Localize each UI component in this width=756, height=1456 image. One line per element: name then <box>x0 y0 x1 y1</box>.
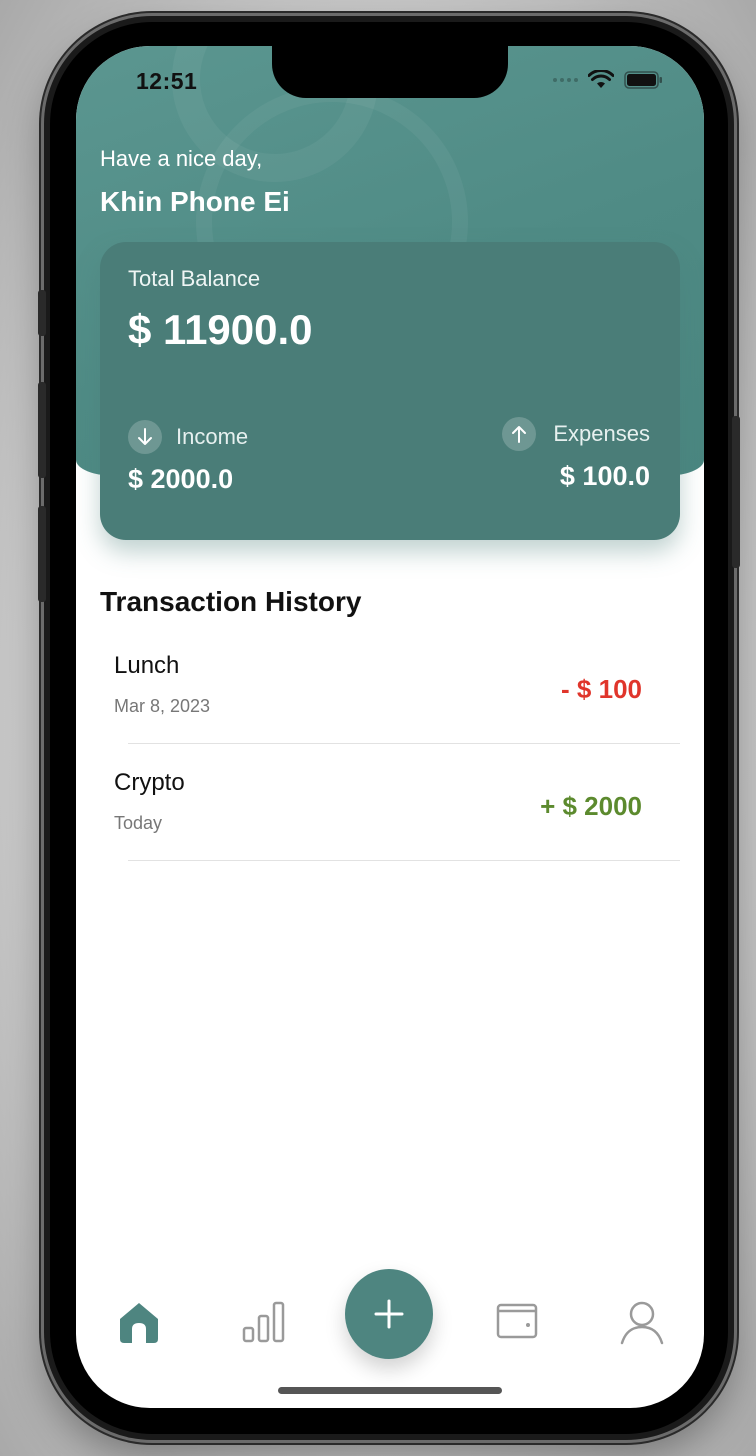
tab-stats[interactable] <box>238 1296 290 1346</box>
notch <box>272 46 508 98</box>
greeting-text: Have a nice day, <box>100 146 263 171</box>
transaction-amount: - $ 100 <box>561 674 642 704</box>
home-icon <box>120 1303 158 1343</box>
transaction-history-title: Transaction History <box>100 586 362 617</box>
transaction-amount: + $ 2000 <box>540 791 642 821</box>
arrow-down-icon <box>128 420 162 454</box>
divider <box>128 743 680 744</box>
add-icon <box>374 1299 404 1329</box>
user-name: Khin Phone Ei <box>100 186 290 217</box>
balance-card[interactable]: Total Balance $ 11900.0 Income $ 2000.0 … <box>100 242 680 540</box>
mute-switch <box>38 290 46 336</box>
wifi-icon <box>588 70 614 88</box>
tab-profile[interactable] <box>616 1296 668 1348</box>
profile-icon <box>620 1301 664 1345</box>
volume-up-button <box>38 382 46 478</box>
battery-icon <box>624 71 662 89</box>
transaction-row[interactable]: Crypto Today + $ 2000 <box>114 769 680 869</box>
income-amount: $ 2000.0 <box>128 464 234 494</box>
expenses-label: Expenses <box>553 421 650 446</box>
home-indicator[interactable] <box>278 1387 502 1394</box>
transaction-date: Mar 8, 2023 <box>114 696 211 716</box>
expenses-amount: $ 100.0 <box>559 461 650 491</box>
tab-wallet[interactable] <box>492 1296 542 1344</box>
transaction-row[interactable]: Lunch Mar 8, 2023 - $ 100 <box>114 652 680 752</box>
income-label: Income <box>176 424 249 449</box>
transaction-name: Lunch <box>114 652 180 679</box>
arrow-up-icon <box>502 417 536 451</box>
divider <box>128 860 680 861</box>
total-balance-label: Total Balance <box>128 266 261 291</box>
transaction-date: Today <box>114 813 163 833</box>
status-time: 12:51 <box>136 68 198 94</box>
signal-icon <box>553 78 578 82</box>
power-button <box>732 416 740 568</box>
volume-down-button <box>38 506 46 602</box>
total-balance-amount: $ 11900.0 <box>128 306 313 353</box>
app-screen: 12:51 Have a nice day, Khin Phone Ei Tot… <box>76 46 704 1408</box>
wallet-icon <box>496 1303 538 1339</box>
status-icons <box>553 70 664 90</box>
add-transaction-button[interactable] <box>345 1269 433 1359</box>
tab-home[interactable] <box>112 1296 166 1348</box>
stats-icon <box>242 1301 285 1343</box>
transaction-name: Crypto <box>114 769 185 796</box>
